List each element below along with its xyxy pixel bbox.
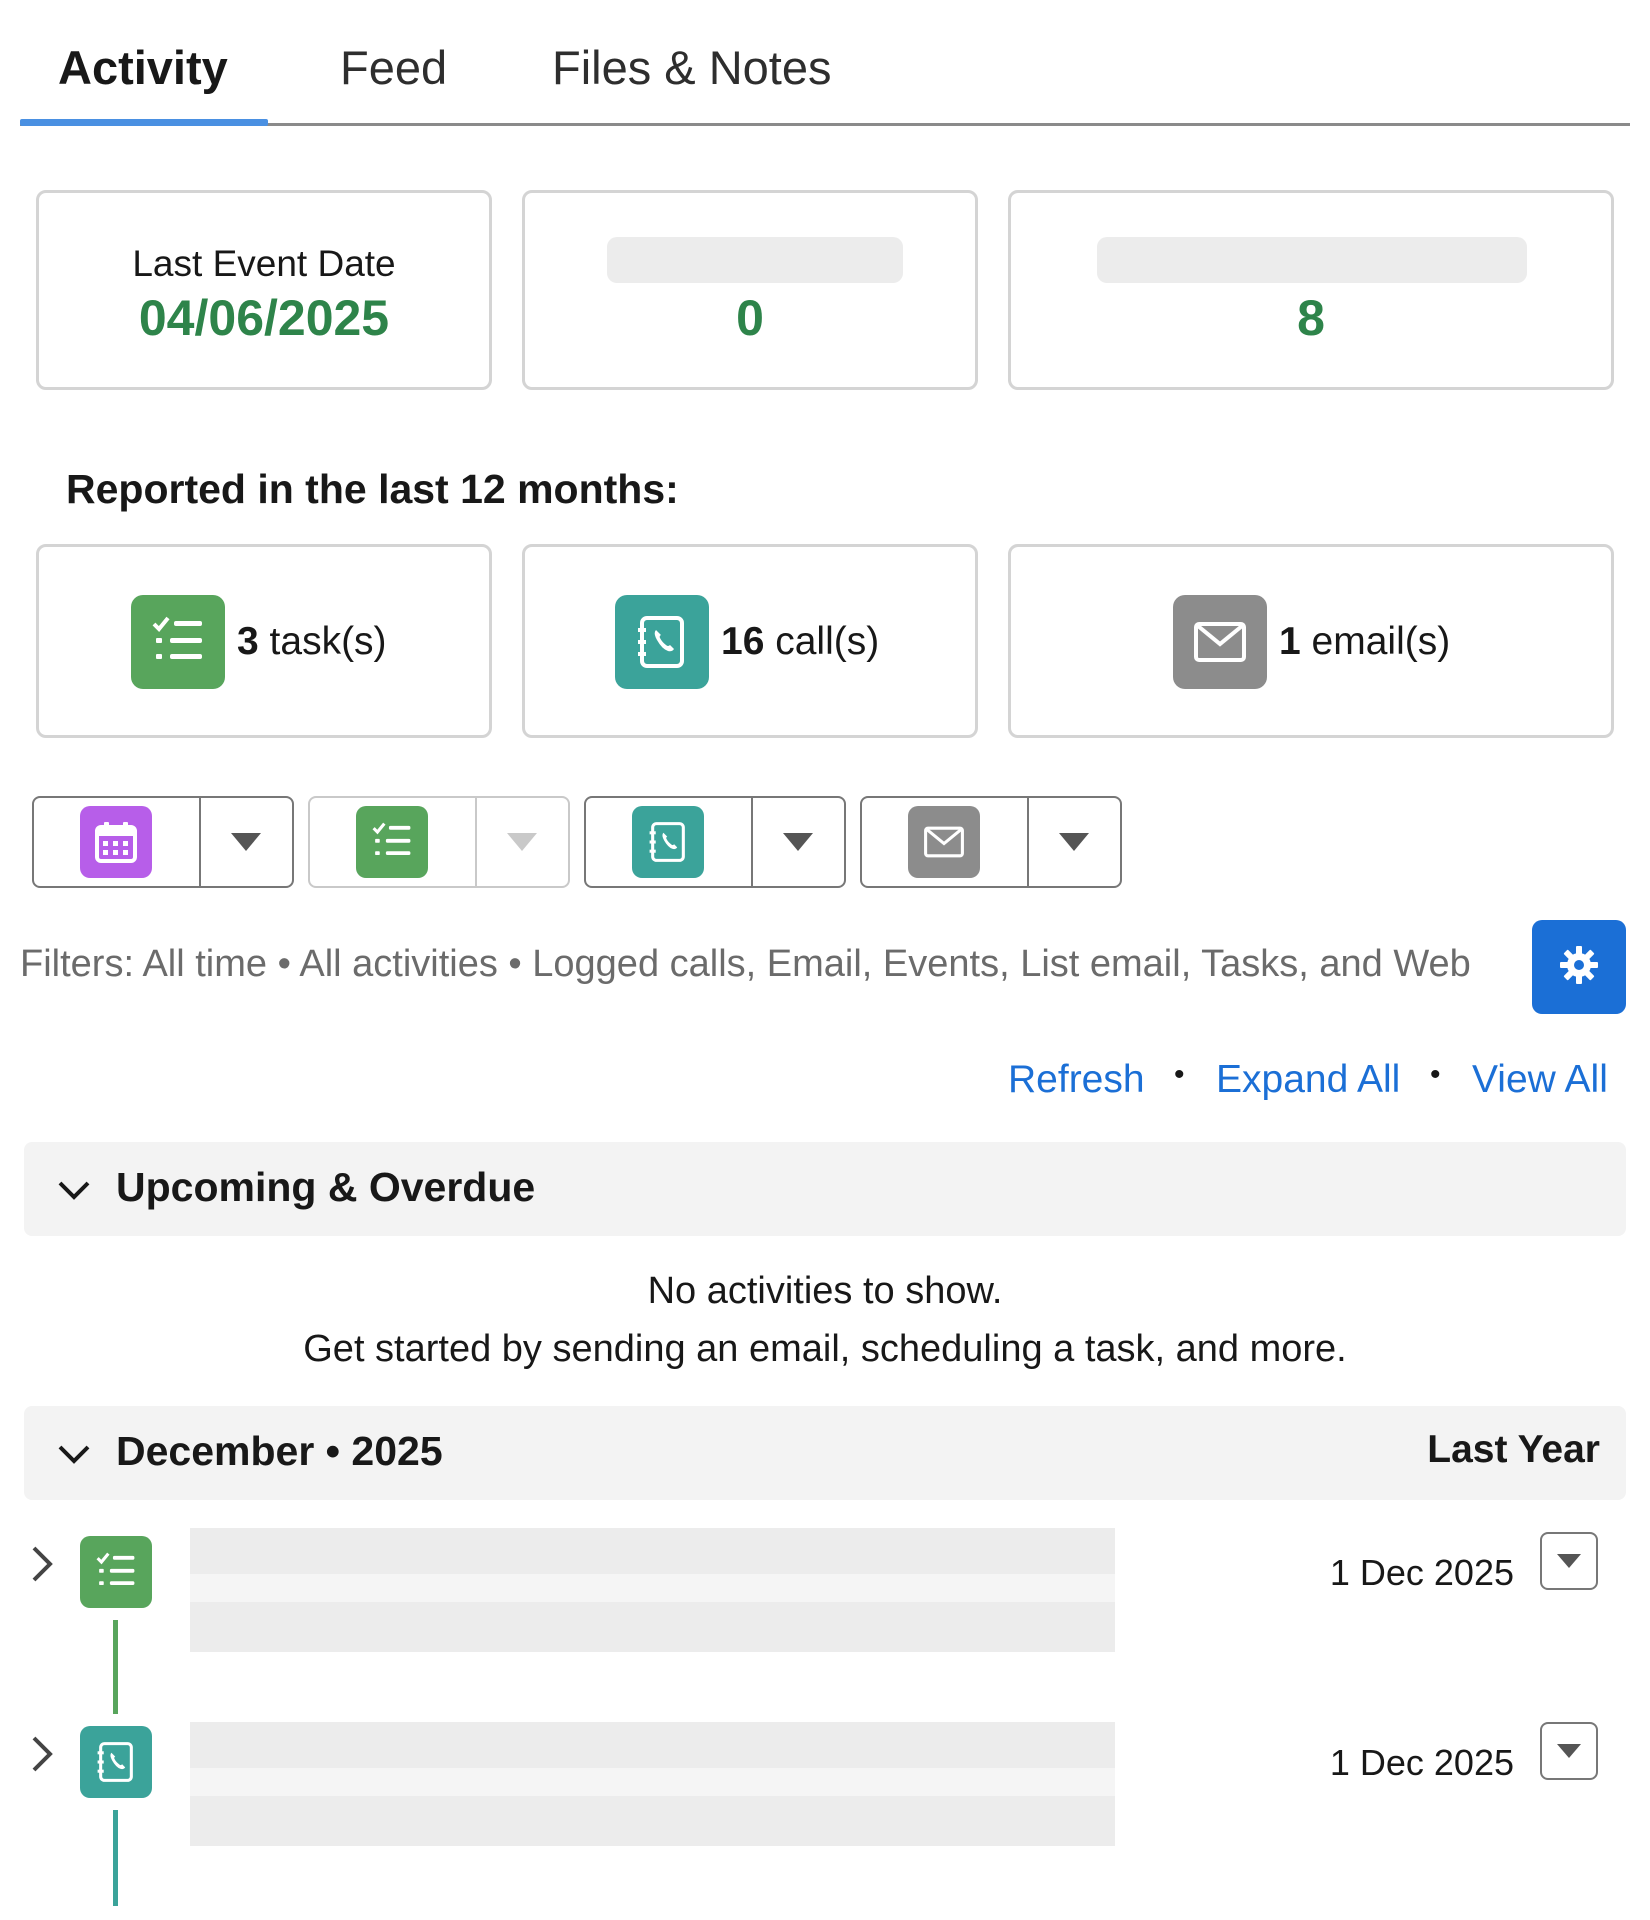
new-task-button[interactable]	[310, 798, 477, 886]
task-icon	[80, 1536, 152, 1608]
empty-state-hint: Get started by sending an email, schedul…	[303, 1328, 1347, 1370]
gear-icon	[1557, 943, 1601, 992]
tab-activity[interactable]: Activity	[58, 40, 228, 95]
last-event-label: Last Event Date	[132, 243, 396, 284]
calls-unit: call(s)	[775, 620, 880, 663]
metric-card-3: 8	[1008, 190, 1614, 390]
month-group-header[interactable]: December • 2025 Last Year	[24, 1406, 1626, 1500]
active-tab-indicator	[20, 119, 268, 126]
call-icon	[632, 806, 705, 878]
log-call-button-group	[584, 796, 846, 888]
subject-placeholder	[190, 1722, 1115, 1768]
item-actions-button[interactable]	[1540, 1532, 1598, 1590]
item-date: 1 Dec 2025	[1329, 1742, 1514, 1783]
last-event-value: 04/06/2025	[138, 290, 390, 346]
timeline-settings-button[interactable]	[1532, 920, 1626, 1014]
chevron-down-icon	[54, 1434, 94, 1479]
email-icon	[908, 806, 981, 878]
tab-files-notes[interactable]: Files & Notes	[552, 40, 831, 95]
emails-count: 1	[1279, 620, 1301, 663]
new-task-dropdown[interactable]	[477, 798, 568, 886]
link-separator: •	[1174, 1058, 1185, 1091]
chevron-right-icon[interactable]	[28, 1734, 58, 1779]
send-email-dropdown[interactable]	[1029, 798, 1120, 886]
label-placeholder	[607, 237, 903, 283]
timeline-item: 1 Dec 2025	[0, 1526, 1650, 1716]
item-actions-button[interactable]	[1540, 1722, 1598, 1780]
label-placeholder	[1097, 237, 1527, 283]
chevron-right-icon[interactable]	[28, 1544, 58, 1589]
email-icon	[1173, 595, 1267, 689]
placeholder	[190, 1768, 1115, 1796]
new-event-button-group	[32, 796, 294, 888]
subject-placeholder	[190, 1528, 1115, 1574]
timeline-connector	[113, 1620, 118, 1714]
expand-all-link[interactable]: Expand All	[1216, 1058, 1400, 1102]
tab-feed[interactable]: Feed	[340, 40, 447, 95]
log-call-dropdown[interactable]	[753, 798, 844, 886]
chevron-down-icon	[1059, 833, 1090, 851]
metric-3-value: 8	[1297, 290, 1325, 346]
emails-count-card: 1 email(s)	[1008, 544, 1614, 738]
new-task-button-group	[308, 796, 570, 888]
tasks-count: 3	[237, 620, 259, 663]
placeholder	[190, 1574, 1115, 1602]
tasks-count-card: 3 task(s)	[36, 544, 492, 738]
emails-unit: email(s)	[1311, 620, 1451, 663]
reported-title: Reported in the last 12 months:	[66, 466, 679, 512]
calls-count-card: 16 call(s)	[522, 544, 978, 738]
details-placeholder	[190, 1602, 1115, 1652]
chevron-down-icon	[54, 1170, 94, 1215]
metric-card-2: 0	[522, 190, 978, 390]
details-placeholder	[190, 1796, 1115, 1846]
month-group-relative-label: Last Year	[1427, 1428, 1600, 1471]
view-all-link[interactable]: View All	[1472, 1058, 1608, 1102]
new-event-dropdown[interactable]	[201, 798, 292, 886]
empty-state-title: No activities to show.	[647, 1270, 1003, 1312]
call-icon	[615, 595, 709, 689]
log-call-button[interactable]	[586, 798, 753, 886]
chevron-down-icon	[507, 833, 538, 851]
tasks-unit: task(s)	[269, 620, 387, 663]
send-email-button[interactable]	[862, 798, 1029, 886]
event-icon	[80, 806, 153, 878]
new-event-button[interactable]	[34, 798, 201, 886]
link-separator: •	[1430, 1058, 1441, 1091]
item-date: 1 Dec 2025	[1329, 1552, 1514, 1593]
chevron-down-icon	[231, 833, 262, 851]
metric-2-value: 0	[736, 290, 764, 346]
upcoming-overdue-header[interactable]: Upcoming & Overdue	[24, 1142, 1626, 1236]
month-group-title: December • 2025	[116, 1428, 443, 1474]
timeline-connector	[113, 1810, 118, 1906]
calls-count: 16	[721, 620, 765, 663]
chevron-down-icon	[783, 833, 814, 851]
filters-summary: Filters: All time • All activities • Log…	[20, 943, 1471, 985]
upcoming-overdue-title: Upcoming & Overdue	[116, 1164, 536, 1210]
chevron-down-icon	[1557, 1744, 1581, 1758]
last-event-card: Last Event Date 04/06/2025	[36, 190, 492, 390]
send-email-button-group	[860, 796, 1122, 888]
chevron-down-icon	[1557, 1554, 1581, 1568]
timeline-item: 1 Dec 2025	[0, 1716, 1650, 1906]
task-icon	[131, 595, 225, 689]
refresh-link[interactable]: Refresh	[1008, 1058, 1145, 1102]
task-icon	[356, 806, 429, 878]
call-icon	[80, 1726, 152, 1798]
